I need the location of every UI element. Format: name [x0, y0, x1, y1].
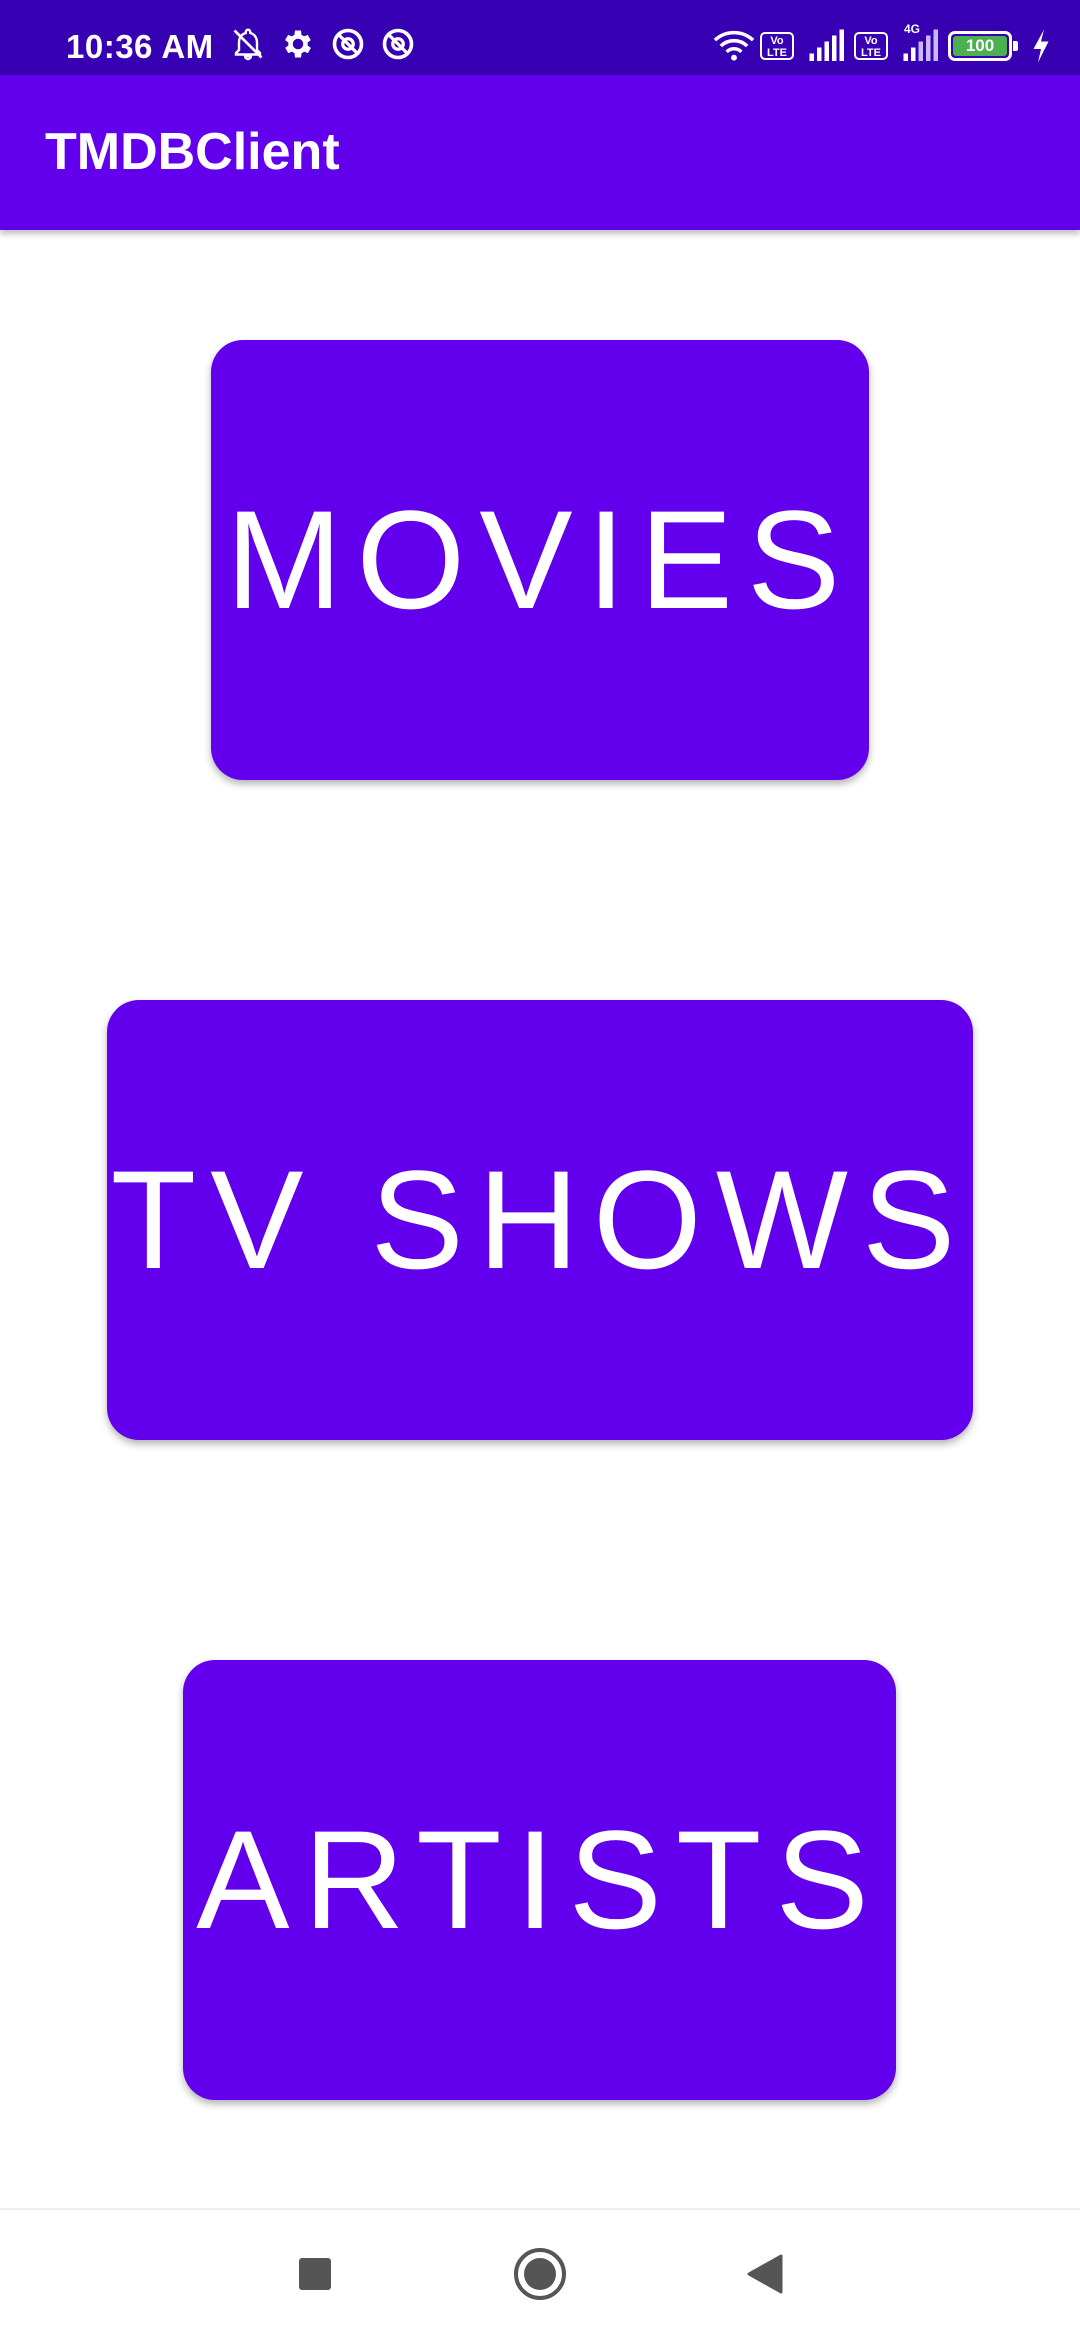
- signal-4g-icon: 4G: [900, 22, 938, 64]
- battery-level: 100: [953, 36, 1007, 56]
- movies-button[interactable]: MOVIES: [211, 340, 869, 780]
- notifications-off-icon: [230, 26, 266, 62]
- app-bar: TMDBClient: [0, 75, 1080, 230]
- recents-button[interactable]: [255, 2210, 375, 2340]
- status-right-icons: Vo LTE Vo LTE 4G 100: [712, 22, 1052, 64]
- charging-icon: [1030, 28, 1052, 64]
- network-type-label: 4G: [904, 22, 921, 36]
- wifi-icon: [712, 28, 755, 64]
- app-title: TMDBClient: [45, 123, 340, 181]
- volte-icon: Vo LTE: [854, 32, 888, 60]
- navigation-bar: [0, 2208, 1080, 2340]
- home-button[interactable]: [480, 2210, 600, 2340]
- status-bar: 10:36 AM Vo LTE Vo LTE 4G 100: [0, 0, 1080, 75]
- back-triangle-icon: [745, 2252, 785, 2301]
- battery-icon: 100: [948, 31, 1018, 61]
- tv-shows-button[interactable]: TV SHOWS: [107, 1000, 973, 1440]
- artists-button[interactable]: ARTISTS: [183, 1660, 896, 2100]
- vpn-icon: [380, 26, 416, 62]
- settings-icon: [280, 26, 316, 62]
- screen: 10:36 AM Vo LTE Vo LTE 4G 100 TMDBClient…: [0, 0, 1080, 2340]
- volte-icon: Vo LTE: [760, 32, 794, 60]
- home-circle-icon: [512, 2246, 568, 2307]
- status-time: 10:36 AM: [66, 28, 214, 65]
- back-button[interactable]: [705, 2210, 825, 2340]
- vpn-icon: [330, 26, 366, 62]
- signal-icon: [806, 28, 844, 64]
- recents-square-icon: [297, 2256, 333, 2297]
- status-left-icons: [230, 26, 416, 62]
